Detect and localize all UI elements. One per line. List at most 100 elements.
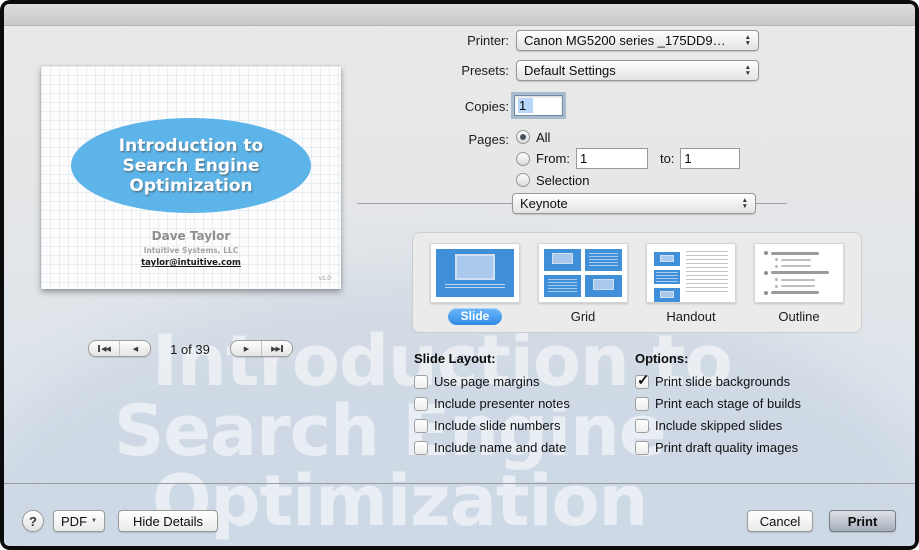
grid-thumbnail-icon (538, 243, 628, 303)
last-page-button[interactable]: ▶▶ (261, 341, 292, 356)
include-name-and-date-checkbox[interactable] (414, 440, 428, 455)
hide-details-label: Hide Details (132, 513, 204, 529)
print-slide-backgrounds-checkbox[interactable]: ✓ (635, 372, 650, 389)
pdf-button-label: PDF (61, 513, 88, 529)
arrow-down-icon: ▼ (744, 39, 751, 47)
use-page-margins-label: Use page margins (434, 374, 540, 389)
options-title: Options: (635, 351, 689, 366)
copies-value: 1 (518, 98, 534, 113)
include-presenter-notes-label: Include presenter notes (434, 396, 570, 411)
popup-stepper-icon: ▲ ▼ (736, 198, 748, 209)
handout-thumbnail-icon (646, 243, 736, 303)
layout-mode-slide-label: Slide (447, 308, 503, 325)
options-section: Options: ✓ Print slide backgrounds Print… (635, 351, 855, 462)
next-page-button[interactable]: ▶ (231, 341, 261, 356)
print-each-stage-of-builds-label: Print each stage of builds (655, 396, 801, 411)
first-page-button[interactable]: ◀◀ (89, 341, 119, 356)
slide-title-line: Search Engine (122, 155, 260, 176)
dropdown-arrow-icon: ▼ (91, 518, 97, 524)
pages-selection-radio[interactable] (516, 173, 530, 187)
layout-mode-grid-label: Grid (570, 309, 596, 324)
print-label: Print (847, 513, 878, 529)
slide-author: Dave Taylor (151, 229, 231, 243)
presets-popup[interactable]: Default Settings ▲ ▼ (516, 60, 759, 81)
cancel-button[interactable]: Cancel (747, 510, 813, 532)
pages-selection-label: Selection (536, 172, 590, 188)
pages-all-radio[interactable] (516, 130, 530, 144)
nav-back-group: ◀◀ ◀ (88, 340, 151, 357)
layout-mode-grid[interactable]: Grid (534, 243, 632, 326)
presets-popup-value: Default Settings (524, 63, 616, 78)
pages-from-input[interactable]: 1 (575, 148, 648, 169)
help-button[interactable]: ? (22, 510, 44, 532)
slide-thumbnail-icon (430, 243, 520, 303)
include-slide-numbers-label: Include slide numbers (434, 418, 561, 433)
print-each-stage-of-builds-checkbox[interactable] (635, 396, 649, 411)
include-skipped-slides-checkbox[interactable] (635, 418, 649, 433)
layout-mode-outline-label: Outline (778, 309, 820, 324)
slide-title-ellipse: Introduction to Search Engine Optimizati… (71, 118, 311, 213)
pages-all-label: All (536, 129, 551, 145)
layout-mode-slide[interactable]: Slide (426, 243, 524, 326)
pages-to-label: to: (659, 151, 675, 166)
print-dialog: Introduction to Search Engine Optimizati… (4, 4, 915, 546)
last-page-bar-icon (280, 345, 283, 352)
slide-company: Intuitive Systems, LLC (143, 246, 239, 255)
slide-layout-section: Slide Layout: Use page margins Include p… (414, 351, 629, 462)
pages-group: All From: 1 to: 1 Selection (516, 129, 741, 188)
popup-stepper-icon: ▲ ▼ (739, 35, 751, 46)
print-slide-backgrounds-label: Print slide backgrounds (655, 374, 791, 389)
cancel-label: Cancel (759, 513, 801, 529)
print-draft-quality-images-checkbox[interactable] (635, 440, 649, 455)
slide-email: taylor@intuitive.com (141, 258, 241, 268)
copies-input[interactable]: 1 (514, 95, 563, 116)
previous-page-button[interactable]: ◀ (119, 341, 150, 356)
layout-mode-handout[interactable]: Handout (642, 243, 740, 326)
use-page-margins-checkbox[interactable] (414, 374, 428, 389)
checkmark-icon: ✓ (637, 371, 650, 389)
slide-layout-title: Slide Layout: (414, 351, 496, 366)
include-skipped-slides-label: Include skipped slides (655, 418, 783, 433)
question-mark-icon: ? (29, 513, 37, 529)
printer-popup[interactable]: Canon MG5200 series _175DD9… ▲ ▼ (516, 30, 759, 51)
layout-mode-handout-label: Handout (666, 309, 716, 324)
print-preview-slide: Introduction to Search Engine Optimizati… (41, 66, 341, 289)
slide-title-line: Optimization (129, 175, 253, 196)
printer-label: Printer: (467, 33, 509, 48)
copies-label: Copies: (464, 99, 509, 114)
window-titlebar (4, 4, 915, 26)
rewind-icon: ◀◀ (101, 345, 111, 353)
slide-title-line: Introduction to (118, 135, 264, 156)
include-name-and-date-label: Include name and date (434, 440, 567, 455)
next-icon: ▶ (243, 345, 249, 353)
screenshot-frame: Introduction to Search Engine Optimizati… (0, 0, 919, 550)
pages-to-value: 1 (684, 151, 692, 166)
previous-icon: ◀ (132, 345, 138, 353)
arrow-down-icon: ▼ (744, 69, 751, 77)
include-slide-numbers-checkbox[interactable] (414, 418, 428, 433)
pages-from-radio[interactable] (516, 151, 530, 166)
hide-details-button[interactable]: Hide Details (118, 510, 218, 532)
outline-thumbnail-icon (754, 243, 844, 303)
page-indicator: 1 of 39 (170, 342, 210, 357)
first-page-bar-icon (98, 345, 101, 352)
nav-forward-group: ▶ ▶▶ (230, 340, 293, 357)
print-draft-quality-images-label: Print draft quality images (655, 440, 799, 455)
pages-from-label: From: (536, 151, 570, 166)
pages-to-input[interactable]: 1 (680, 148, 741, 169)
printer-popup-value: Canon MG5200 series _175DD9… (524, 33, 726, 48)
app-section-value: Keynote (520, 196, 568, 211)
arrow-down-icon: ▼ (741, 202, 748, 210)
layout-mode-chooser: Slide Grid Handout Outline (412, 232, 862, 333)
slide-version: v1.0 (318, 275, 331, 282)
pdf-menu-button[interactable]: PDF ▼ (53, 510, 105, 532)
watermark-line: Optimization (152, 460, 648, 542)
footer-divider (4, 483, 915, 484)
include-presenter-notes-checkbox[interactable] (414, 396, 428, 411)
app-section-popup[interactable]: Keynote ▲ ▼ (512, 193, 756, 214)
pages-from-value: 1 (579, 151, 588, 166)
layout-mode-outline[interactable]: Outline (750, 243, 848, 326)
print-button[interactable]: Print (829, 510, 896, 532)
presets-label: Presets: (461, 63, 509, 78)
fast-forward-icon: ▶▶ (271, 345, 281, 353)
